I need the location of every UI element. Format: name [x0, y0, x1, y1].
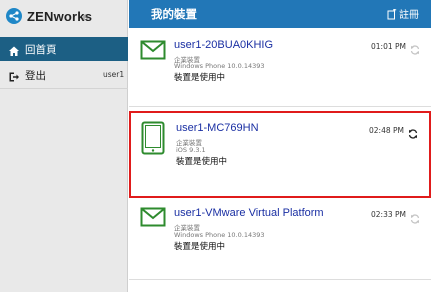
device-status: 裝置是使用中 — [176, 157, 228, 167]
device-os: Windows Phone 10.0.14393 — [174, 231, 265, 239]
sidebar-item-logout[interactable]: 登出 user1 — [0, 66, 128, 84]
sync-icon[interactable] — [410, 209, 420, 228]
mail-icon — [140, 207, 166, 231]
brand: ZENworks ® — [0, 0, 128, 35]
divider — [129, 279, 431, 280]
sync-icon[interactable] — [410, 40, 420, 59]
header-bar: 我的裝置 註冊 — [129, 0, 431, 28]
username-label: user1 — [103, 70, 125, 79]
device-name[interactable]: user1-MC769HN — [176, 122, 259, 134]
device-status: 裝置是使用中 — [174, 73, 226, 83]
register-button[interactable]: 註冊 — [387, 6, 419, 21]
register-label: 註冊 — [399, 10, 419, 21]
device-name[interactable]: user1-20BUA0KHIG — [174, 39, 273, 51]
mail-icon — [140, 40, 166, 64]
zenworks-logo-icon — [6, 8, 22, 24]
tablet-icon — [141, 121, 165, 159]
divider — [129, 106, 431, 107]
device-item[interactable]: user1-VMware Virtual Platform 企業裝置 Windo… — [129, 198, 431, 278]
page-title: 我的裝置 — [151, 7, 197, 21]
device-time: 02:48 PM — [369, 126, 404, 135]
sidebar-item-label: 登出 — [25, 70, 46, 82]
device-status: 裝置是使用中 — [174, 242, 226, 252]
device-time: 02:33 PM — [371, 210, 406, 219]
device-time: 01:01 PM — [371, 42, 406, 51]
device-item[interactable]: user1-20BUA0KHIG 企業裝置 Windows Phone 10.0… — [129, 29, 431, 106]
home-icon — [8, 42, 20, 61]
sidebar: ZENworks ® 回首頁 登出 user1 — [0, 0, 128, 292]
device-item-selected[interactable]: user1-MC769HN 企業裝置 iOS 9.3.1 裝置是使用中 02:4… — [129, 111, 431, 198]
registered-mark: ® — [83, 15, 89, 22]
device-os: iOS 9.3.1 — [176, 146, 206, 154]
divider — [0, 88, 128, 89]
sidebar-item-label: 回首頁 — [25, 44, 57, 56]
sync-icon[interactable] — [408, 124, 418, 143]
sidebar-item-home[interactable]: 回首頁 — [0, 37, 128, 61]
device-name[interactable]: user1-VMware Virtual Platform — [174, 207, 324, 219]
device-os: Windows Phone 10.0.14393 — [174, 62, 265, 70]
register-icon — [387, 9, 397, 20]
logout-icon — [8, 68, 20, 87]
